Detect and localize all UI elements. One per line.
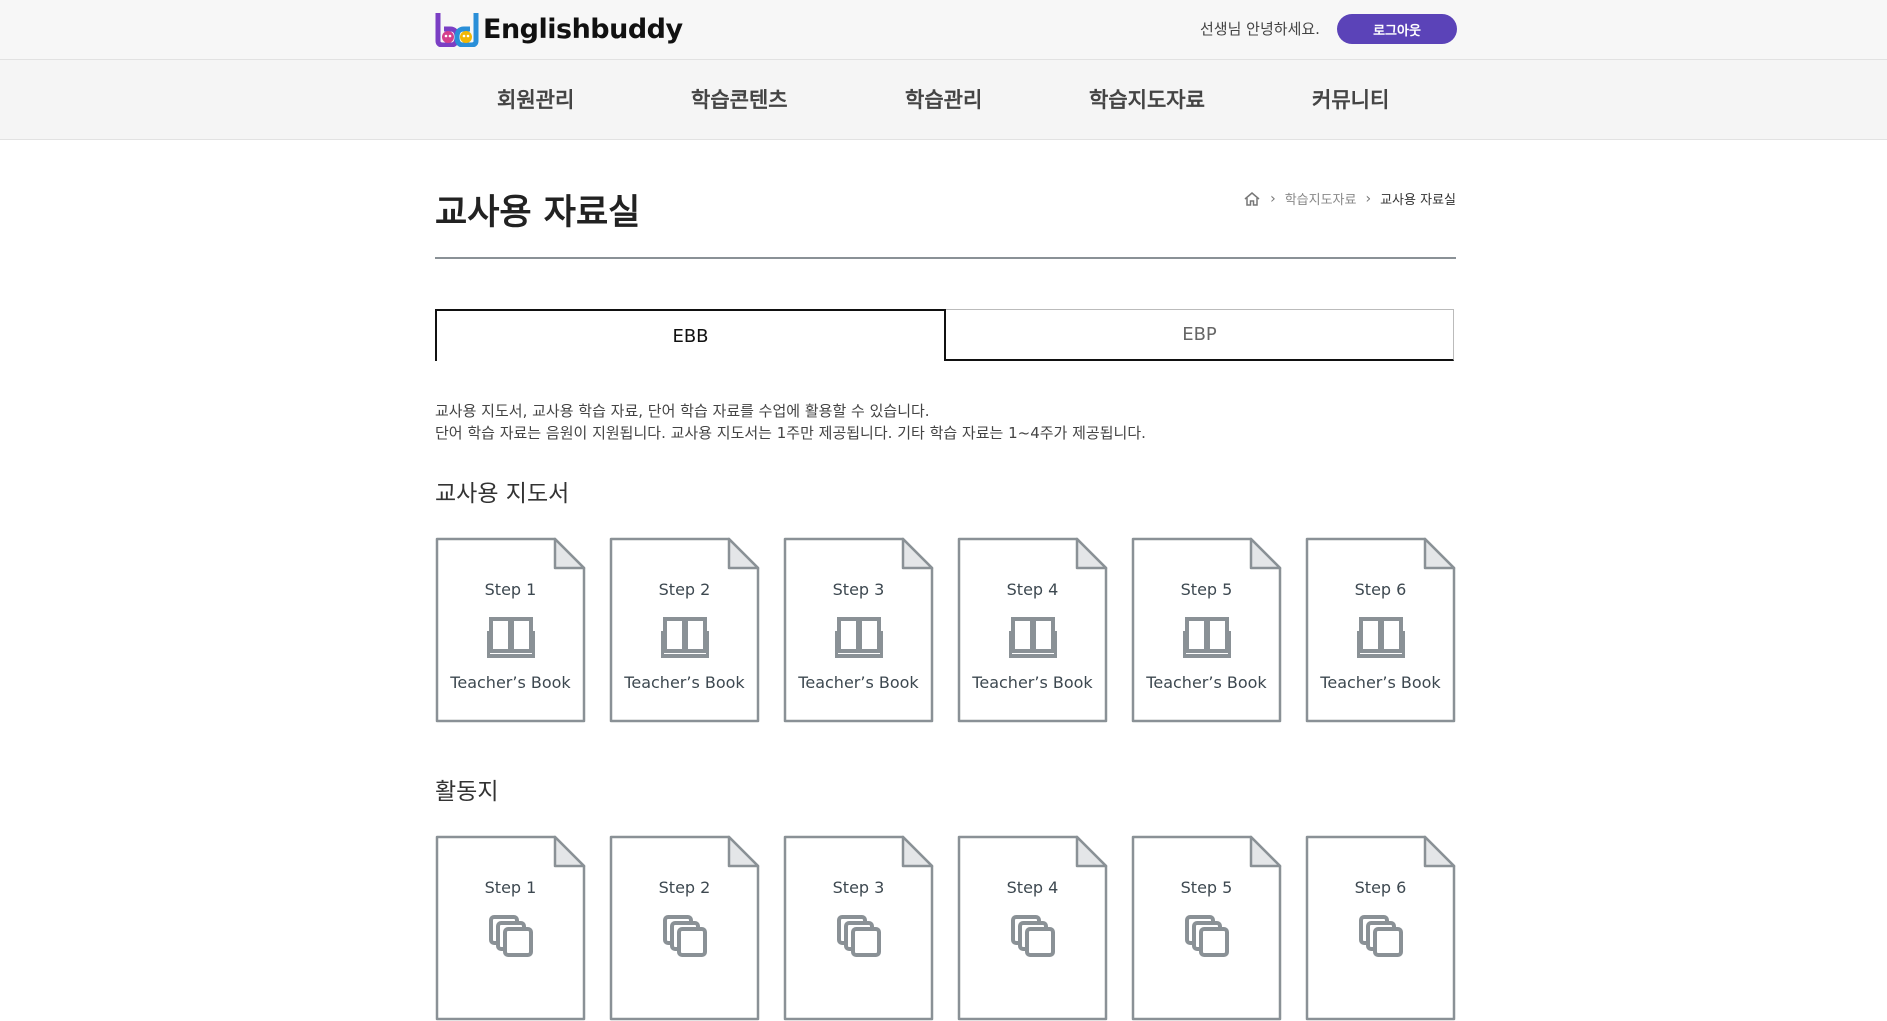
card-title: Teacher’s Book (972, 673, 1093, 692)
stacked-pages-icon (1009, 913, 1057, 957)
teachers-book-card-1[interactable]: Step 1 Teacher’s Book (435, 537, 586, 723)
card-step-label: Step 2 (658, 580, 711, 599)
stacked-pages-icon (487, 913, 535, 957)
nav-item-member-management[interactable]: 회원관리 (497, 84, 574, 114)
teachers-book-card-4[interactable]: Step 4 Teacher’s Book (957, 537, 1108, 723)
worksheet-card-5[interactable]: Step 5 (1131, 835, 1282, 1021)
site-logo[interactable]: Englishbuddy (435, 10, 683, 48)
card-step-label: Step 5 (1180, 878, 1233, 897)
card-title: Teacher’s Book (1146, 673, 1267, 692)
tab-ebp[interactable]: EBP (946, 309, 1454, 361)
logo-text: Englishbuddy (483, 13, 683, 45)
teachers-book-card-3[interactable]: Step 3 Teacher’s Book (783, 537, 934, 723)
card-step-label: Step 1 (484, 878, 537, 897)
nav-item-teaching-materials[interactable]: 학습지도자료 (1089, 84, 1205, 114)
card-step-label: Step 1 (484, 580, 537, 599)
breadcrumb-current: 교사용 자료실 (1380, 193, 1456, 208)
card-step-label: Step 4 (1006, 878, 1059, 897)
description-line-1: 교사용 지도서, 교사용 학습 자료, 단어 학습 자료를 수업에 활용할 수 … (435, 402, 930, 420)
home-icon[interactable] (1243, 191, 1261, 207)
worksheet-card-row: Step 1 Step 2 Step 3 Step 4 Step 5 Step 6 (435, 835, 1456, 1021)
card-step-label: Step 6 (1354, 580, 1407, 599)
nav-item-learning-content[interactable]: 학습콘텐츠 (691, 84, 788, 114)
breadcrumb: › 학습지도자료 › 교사용 자료실 (1243, 189, 1456, 208)
teachers-book-card-row: Step 1 Teacher’s Book Step 2 Teacher’s Book… (435, 537, 1456, 723)
open-book-icon (486, 615, 536, 659)
tab-bar: EBB EBP (435, 309, 1456, 361)
worksheet-card-3[interactable]: Step 3 (783, 835, 934, 1021)
open-book-icon (660, 615, 710, 659)
teachers-book-card-6[interactable]: Step 6 Teacher’s Book (1305, 537, 1456, 723)
main-nav: 회원관리 학습콘텐츠 학습관리 학습지도자료 커뮤니티 (0, 60, 1887, 140)
page-description: 교사용 지도서, 교사용 학습 자료, 단어 학습 자료를 수업에 활용할 수 … (435, 400, 1146, 444)
stacked-pages-icon (1357, 913, 1405, 957)
stacked-pages-icon (661, 913, 709, 957)
worksheet-card-6[interactable]: Step 6 (1305, 835, 1456, 1021)
open-book-icon (834, 615, 884, 659)
card-title: Teacher’s Book (624, 673, 745, 692)
logout-button[interactable]: 로그아웃 (1337, 14, 1457, 44)
tab-ebb[interactable]: EBB (435, 309, 946, 361)
worksheet-card-1[interactable]: Step 1 (435, 835, 586, 1021)
card-step-label: Step 6 (1354, 878, 1407, 897)
teachers-book-card-2[interactable]: Step 2 Teacher’s Book (609, 537, 760, 723)
card-title: Teacher’s Book (1320, 673, 1441, 692)
top-header: Englishbuddy 선생님 안녕하세요. 로그아웃 (0, 0, 1887, 60)
page-title: 교사용 자료실 (435, 193, 641, 233)
description-line-2: 단어 학습 자료는 음원이 지원됩니다. 교사용 지도서는 1주만 제공됩니다.… (435, 424, 1146, 442)
breadcrumb-parent[interactable]: 학습지도자료 (1285, 189, 1357, 208)
open-book-icon (1356, 615, 1406, 659)
card-step-label: Step 4 (1006, 580, 1059, 599)
chevron-right-icon: › (1270, 190, 1276, 207)
card-step-label: Step 3 (832, 878, 885, 897)
greeting-text: 선생님 안녕하세요. (1200, 20, 1320, 38)
stacked-pages-icon (835, 913, 883, 957)
open-book-icon (1008, 615, 1058, 659)
section-title-worksheets: 활동지 (435, 779, 499, 805)
stacked-pages-icon (1183, 913, 1231, 957)
title-divider (435, 257, 1456, 259)
worksheet-card-2[interactable]: Step 2 (609, 835, 760, 1021)
nav-item-learning-management[interactable]: 학습관리 (905, 84, 982, 114)
chevron-right-icon: › (1365, 190, 1372, 207)
logo-mark-icon (435, 11, 479, 48)
teachers-book-card-5[interactable]: Step 5 Teacher’s Book (1131, 537, 1282, 723)
card-step-label: Step 5 (1180, 580, 1233, 599)
nav-item-community[interactable]: 커뮤니티 (1312, 84, 1389, 114)
card-title: Teacher’s Book (450, 673, 571, 692)
card-title: Teacher’s Book (798, 673, 919, 692)
open-book-icon (1182, 615, 1232, 659)
card-step-label: Step 2 (658, 878, 711, 897)
worksheet-card-4[interactable]: Step 4 (957, 835, 1108, 1021)
card-step-label: Step 3 (832, 580, 885, 599)
section-title-teachers-guide: 교사용 지도서 (435, 481, 570, 507)
